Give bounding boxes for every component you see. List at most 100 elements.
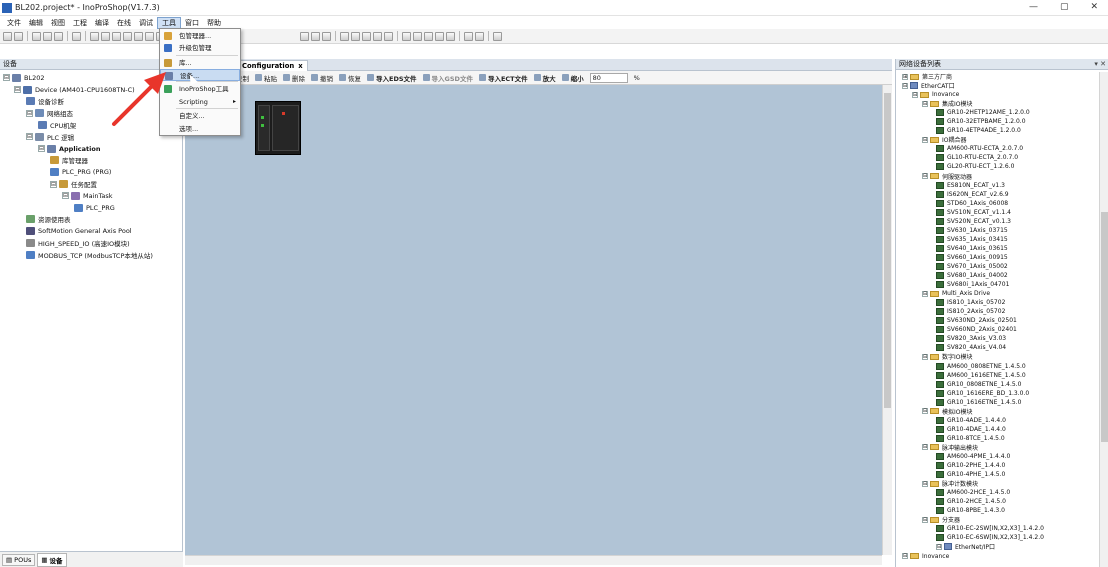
device-item[interactable]: 设备... xyxy=(160,69,240,81)
network-device-item[interactable]: ⊟ Multi_Axis Drive xyxy=(896,289,1099,298)
forward-icon[interactable] xyxy=(14,31,23,41)
network-device-item[interactable]: SV670_1Axis_05002 xyxy=(896,262,1099,271)
editor-horizontal-scrollbar[interactable] xyxy=(185,555,882,565)
save-icon[interactable] xyxy=(54,31,63,41)
network-device-item[interactable]: AM600-4PME_1.4.4.0 xyxy=(896,452,1099,461)
network-device-item[interactable]: AM600-RTU-ECTA_2.0.7.0 xyxy=(896,144,1099,153)
collapse-toggle-icon[interactable]: ⊟ xyxy=(922,516,928,523)
device-list-scrollbar[interactable] xyxy=(1099,72,1108,567)
print-icon[interactable] xyxy=(72,31,81,41)
menu-window[interactable]: 窗口 xyxy=(181,17,203,29)
close-icon[interactable]: ✕ xyxy=(1090,2,1098,12)
tab-configuration[interactable]: Configuration x xyxy=(237,60,308,71)
device-tree-item[interactable]: HIGH_SPEED_IO (高速IO模块) xyxy=(0,237,183,249)
close-tab-icon[interactable]: x xyxy=(298,62,302,70)
toolbar-button[interactable]: 撤销 xyxy=(311,73,333,83)
options-icon[interactable] xyxy=(493,31,502,41)
network-device-item[interactable]: SV680_1Axis_04002 xyxy=(896,271,1099,280)
device-tree-item[interactable]: 库管理器 xyxy=(0,155,183,167)
inoproshop-tools-item[interactable]: InoProShop工具 xyxy=(160,83,240,95)
build-icon[interactable] xyxy=(311,31,320,41)
network-device-item[interactable]: SV635_1Axis_03415 xyxy=(896,235,1099,244)
device-tree-item[interactable]: 设备诊断 xyxy=(0,96,183,108)
collapse-toggle-icon[interactable]: ⊟ xyxy=(26,109,33,117)
network-device-item[interactable]: ⊟ Inovance xyxy=(896,551,1099,560)
step-out-icon[interactable] xyxy=(424,31,433,41)
network-device-item[interactable]: GR10-2HETP12AME_1.2.0.0 xyxy=(896,108,1099,117)
device-tree-item[interactable]: PLC_PRG xyxy=(0,202,183,214)
maximize-icon[interactable]: ▢ xyxy=(1060,2,1069,12)
network-device-item[interactable]: AM600_1616ETNE_1.4.5.0 xyxy=(896,371,1099,380)
new-project-icon[interactable] xyxy=(32,31,41,41)
package-manager-item[interactable]: 包管理器... xyxy=(160,30,240,42)
collapse-toggle-icon[interactable]: ⊟ xyxy=(922,408,928,415)
redo-icon[interactable] xyxy=(101,31,110,41)
network-device-item[interactable]: ⊟ EtherNet/IP口 xyxy=(896,542,1099,551)
breakpoint-icon[interactable] xyxy=(446,31,455,41)
library-item[interactable]: 库... xyxy=(160,57,240,69)
network-device-item[interactable]: GR10-4DAE_1.4.4.0 xyxy=(896,425,1099,434)
network-device-item[interactable]: SV660_1Axis_00915 xyxy=(896,253,1099,262)
collapse-toggle-icon[interactable]: ⊟ xyxy=(936,543,942,550)
network-device-item[interactable]: SV630_1Axis_03715 xyxy=(896,226,1099,235)
network-device-item[interactable]: ⊟ IO耦合器 xyxy=(896,135,1099,144)
network-device-item[interactable]: ES810N_ECAT_v1.3 xyxy=(896,181,1099,190)
network-device-item[interactable]: AM600-2HCE_1.4.5.0 xyxy=(896,488,1099,497)
collapse-toggle-icon[interactable]: ⊟ xyxy=(922,100,928,107)
minimize-icon[interactable]: — xyxy=(1029,2,1038,12)
device-tree-item[interactable]: CPU机架 xyxy=(0,119,183,131)
network-device-item[interactable]: ⊞ 第三方厂商 xyxy=(896,72,1099,81)
tab-pous[interactable]: ▤ POUs xyxy=(2,553,36,566)
toolbar-button[interactable]: 缩小 xyxy=(561,73,584,83)
reset-icon[interactable] xyxy=(384,31,393,41)
collapse-toggle-icon[interactable]: ⊟ xyxy=(902,82,908,89)
run-to-cursor-icon[interactable] xyxy=(435,31,444,41)
zoom-select[interactable]: 80 xyxy=(589,72,628,83)
network-canvas[interactable] xyxy=(185,85,882,555)
network-device-item[interactable]: ⊟ Inovance xyxy=(896,90,1099,99)
network-device-item[interactable]: GR10_1616ETNE_1.4.5.0 xyxy=(896,398,1099,407)
login-icon[interactable] xyxy=(340,31,349,41)
upgrade-package-item[interactable]: 升级包管理 xyxy=(160,42,240,54)
device-tree-item[interactable]: ⊟ 网络组态 xyxy=(0,107,183,119)
customize-item[interactable]: 自定义... xyxy=(160,110,240,122)
tab-devices[interactable]: ▦ 设备 xyxy=(37,552,67,567)
menu-file[interactable]: 文件 xyxy=(3,17,25,29)
collapse-toggle-icon[interactable]: ⊟ xyxy=(922,353,928,360)
network-device-item[interactable]: SV820_3Axis_V3.03 xyxy=(896,334,1099,343)
network-device-item[interactable]: GR10-8PBE_1.4.3.0 xyxy=(896,506,1099,515)
collapse-toggle-icon[interactable]: ⊟ xyxy=(922,480,928,487)
collapse-toggle-icon[interactable]: ⊟ xyxy=(922,444,928,451)
collapse-toggle-icon[interactable]: ⊟ xyxy=(38,145,45,153)
network-device-item[interactable]: GL20-RTU-ECT_1.2.6.0 xyxy=(896,162,1099,171)
device-tree-item[interactable]: 资源使用表 xyxy=(0,214,183,226)
network-device-item[interactable]: ⊟ 分支器 xyxy=(896,515,1099,524)
device-tree-item[interactable]: ⊟ Device (AM401-CPU1608TN-C) xyxy=(0,84,183,96)
network-device-item[interactable]: GR10-EC-2SW[IN,X2,X3]_1.4.2.0 xyxy=(896,524,1099,533)
network-device-item[interactable]: GR10_1616ERE_BD_1.3.0.0 xyxy=(896,389,1099,398)
device-tree-item[interactable]: MODBUS_TCP (ModbusTCP本地从站) xyxy=(0,249,183,261)
collapse-toggle-icon[interactable]: ⊟ xyxy=(912,91,918,98)
menu-tools[interactable]: 工具 xyxy=(157,16,181,29)
network-device-item[interactable]: GR10-32ETPBAME_1.2.0.0 xyxy=(896,117,1099,126)
menu-debug[interactable]: 调试 xyxy=(135,17,157,29)
network-device-item[interactable]: SV520N_ECAT_v0.1.3 xyxy=(896,217,1099,226)
paste-icon[interactable] xyxy=(134,31,143,41)
network-device-item[interactable]: GR10-4ADE_1.4.4.0 xyxy=(896,416,1099,425)
network-device-item[interactable]: GR10-EC-6SW[IN,X2,X3]_1.4.2.0 xyxy=(896,533,1099,542)
network-device-item[interactable]: ⊟ 伺服驱动器 xyxy=(896,172,1099,181)
network-device-item[interactable]: SV640_1Axis_03615 xyxy=(896,244,1099,253)
toolbar-button[interactable]: 导入GSD文件 xyxy=(422,73,473,83)
network-device-item[interactable]: SV820_4Axis_V4.04 xyxy=(896,343,1099,352)
device-tree-item[interactable]: ⊟ MainTask xyxy=(0,190,183,202)
network-device-item[interactable]: ⊟ 脉冲计数模块 xyxy=(896,479,1099,488)
back-icon[interactable] xyxy=(3,31,12,41)
network-device-item[interactable]: GR10-2HCE_1.4.5.0 xyxy=(896,497,1099,506)
collapse-toggle-icon[interactable]: ⊟ xyxy=(14,86,21,94)
network-device-item[interactable]: AM600_0808ETNE_1.4.5.0 xyxy=(896,362,1099,371)
device-tree-item[interactable]: ⊟ 任务配置 xyxy=(0,178,183,190)
options-item[interactable]: 选项... xyxy=(160,123,240,135)
device-tree-item[interactable]: ⊟ PLC 逻辑 xyxy=(0,131,183,143)
open-icon[interactable] xyxy=(43,31,52,41)
editor-vertical-scrollbar[interactable] xyxy=(882,85,892,555)
